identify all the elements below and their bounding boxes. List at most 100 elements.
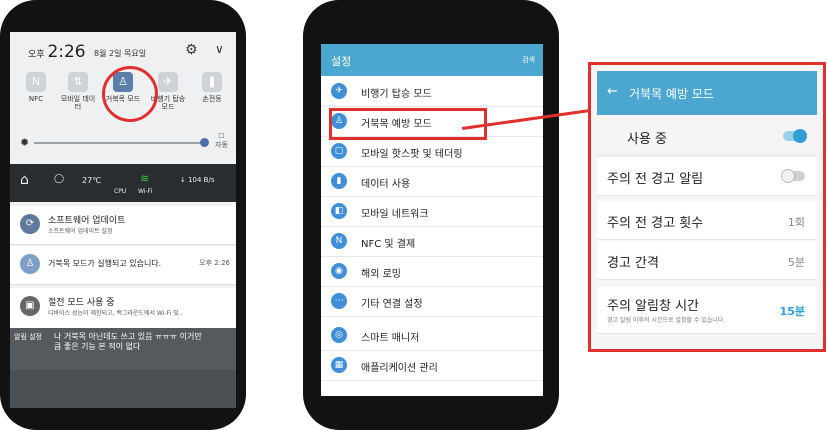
status-widget-bar: ⌂ ◯ 27℃ CPU ≋ Wi-Fi ↓ 104 B/s [10,164,236,202]
flashlight-icon: ❚ [202,72,222,92]
notification-subtitle: 디바이스 성능이 제한되고, 백그라운드에서 Wi-Fi 및.. [48,310,183,317]
settings-item-data-usage[interactable]: ▮ 데이터 사용 [321,168,543,197]
tile-mobile-data[interactable]: ⇅ 모바일 데이터 [60,72,96,111]
tile-label: 모바일 데이터 [60,95,96,111]
apps-icon: ▦ [331,357,347,373]
more-connections-icon: ⋯ [331,293,347,309]
airplane-icon: ✈ [331,83,347,99]
alert-duration-label: 주의 알림창 시간 [607,299,699,314]
settings-item-more-connections[interactable]: ⋯ 기타 연결 설정 [321,288,543,317]
in-use-label: 사용 중 [627,132,668,147]
phone-right: 설정 검색 ✈ 비행기 탑승 모드 ♙ 거북목 예방 모드 ▢ 모바일 핫스팟 … [303,0,559,430]
settings-item-label: 애플리케이션 관리 [361,363,438,374]
chevron-down-icon[interactable]: ∨ [215,42,224,56]
notification-time: 오후 2:26 [199,259,230,267]
status-time: 오후 2:26 [28,42,86,62]
warning-interval-row[interactable]: 경고 간격 5분 [597,241,817,280]
settings-item-label: 비행기 탑승 모드 [361,89,432,100]
tile-label: 손전등 [202,95,222,103]
brightness-auto-toggle[interactable]: ☐ 자동 [215,132,228,150]
notification-turtle-mode[interactable]: ♙ 거북목 모드가 실행되고 있습니다. 오후 2:26 [10,246,236,285]
phone-left: 오후 2:26 8월 2일 목요일 ⚙ ∨ N NFC ⇅ 모바일 데이터 ♙ … [0,0,246,430]
update-icon: ⟳ [20,214,40,234]
brightness-icon: ✹ [20,136,30,149]
warning-count-value: 1회 [787,216,805,229]
settings-item-label: 모바일 네트워크 [361,209,429,220]
settings-item-hotspot[interactable]: ▢ 모바일 핫스팟 및 테더링 [321,138,543,167]
notification-subtitle: 소프트웨어 업데이트 설정 [48,228,113,235]
warning-alert-row[interactable]: 주의 전 경고 알림 [597,157,817,196]
settings-item-mobile-network[interactable]: ◧ 모바일 네트워크 [321,198,543,227]
toggle-knob [793,129,807,143]
panel-title: 거북목 예방 모드 [629,87,714,101]
highlight-box [329,108,487,140]
settings-item-label: 스마트 매니저 [361,333,420,344]
settings-item-label: 데이터 사용 [361,179,411,190]
auto-label: 자동 [215,141,228,149]
mobile-network-icon: ◧ [331,203,347,219]
bottom-bar [10,370,236,408]
notification-title: 거북목 모드가 실행되고 있습니다. [48,259,162,268]
settings-item-airplane[interactable]: ✈ 비행기 탑승 모드 [321,78,543,107]
warning-interval-value: 5분 [787,256,805,269]
settings-item-apps[interactable]: ▦ 애플리케이션 관리 [321,352,543,381]
battery-ring-icon: ◯ [54,174,65,184]
comment-text: 나 거북목 아닌데도 쓰고 있음 ㅠㅠㅠ 이거만큼 좋은 기능 본 적이 없다 [54,332,202,351]
comment-overlay: 알림 설정 나 거북목 아닌데도 쓰고 있음 ㅠㅠㅠ 이거만큼 좋은 기능 본 … [10,328,236,370]
notification-software-update[interactable]: ⟳ 소프트웨어 업데이트 소프트웨어 업데이트 설정 [10,206,236,245]
turtle-mode-settings-panel: ← 거북목 예방 모드 사용 중 주의 전 경고 알림 주의 전 경고 횟수 1… [588,62,826,352]
settings-item-label: 기타 연결 설정 [361,299,423,310]
time-prefix: 오후 [28,50,45,60]
warning-interval-label: 경고 간격 [607,256,659,271]
nfc-icon: N [26,72,46,92]
warning-count-row[interactable]: 주의 전 경고 횟수 1회 [597,201,817,240]
brightness-slider-knob[interactable] [200,138,209,147]
wifi-icon: ≋ [140,172,150,185]
settings-item-nfc[interactable]: N NFC 및 결제 [321,228,543,257]
alert-duration-row[interactable]: 주의 알림창 시간 경고 알림 이후의 시간으로 설정할 수 있습니다. 15분 [597,287,817,334]
alert-duration-value: 15분 [779,305,805,318]
gear-icon[interactable]: ⚙ [185,42,198,58]
notification-settings-label[interactable]: 알림 설정 [14,332,42,342]
time-value: 2:26 [47,42,86,62]
warning-alert-label: 주의 전 경고 알림 [607,172,704,187]
page-title: 설정 [331,55,352,68]
warning-count-label: 주의 전 경고 횟수 [607,216,704,231]
search-button[interactable]: 검색 [522,55,535,65]
home-icon[interactable]: ⌂ [20,172,29,188]
data-usage-icon: ▮ [331,173,347,189]
toggle-knob [781,169,795,183]
settings-item-label: 해외 로밍 [361,269,401,280]
tile-nfc[interactable]: N NFC [18,72,54,103]
highlight-circle [102,66,158,122]
wifi-label: Wi-Fi [138,188,153,195]
settings-item-smart-manager[interactable]: ◎ 스마트 매니저 [321,322,543,351]
roaming-icon: ◉ [331,263,347,279]
mobile-data-icon: ⇅ [68,72,88,92]
notification-title: 절전 모드 사용 중 [48,298,115,308]
turtle-neck-icon: ♙ [20,254,40,274]
settings-screen: 설정 검색 ✈ 비행기 탑승 모드 ♙ 거북목 예방 모드 ▢ 모바일 핫스팟 … [321,44,543,396]
cpu-label: CPU [114,188,127,195]
network-speed: ↓ 104 B/s [180,176,215,184]
nfc-icon: N [331,233,347,249]
settings-item-label: NFC 및 결제 [361,239,416,250]
in-use-row[interactable]: 사용 중 [597,117,817,156]
airplane-icon: ✈ [158,72,178,92]
tile-flashlight[interactable]: ❚ 손전등 [194,72,230,103]
brightness-slider[interactable] [34,142,204,144]
in-use-toggle[interactable] [783,129,807,143]
notification-title: 소프트웨어 업데이트 [48,216,126,226]
back-arrow-icon[interactable]: ← [607,84,618,99]
smart-manager-icon: ◎ [331,327,347,343]
battery-saver-icon: ▣ [20,296,40,316]
settings-item-label: 모바일 핫스팟 및 테더링 [361,149,463,160]
warning-alert-toggle[interactable] [781,169,805,183]
alert-duration-description: 경고 알림 이후의 시간으로 설정할 수 있습니다. [607,317,726,324]
tile-label: NFC [28,95,44,103]
status-date: 8월 2일 목요일 [94,49,147,58]
settings-item-roaming[interactable]: ◉ 해외 로밍 [321,258,543,287]
panel-header: ← 거북목 예방 모드 [597,71,817,115]
notification-power-saving[interactable]: ▣ 절전 모드 사용 중 디바이스 성능이 제한되고, 백그라운드에서 Wi-F… [10,288,236,329]
settings-header: 설정 검색 [321,44,543,76]
